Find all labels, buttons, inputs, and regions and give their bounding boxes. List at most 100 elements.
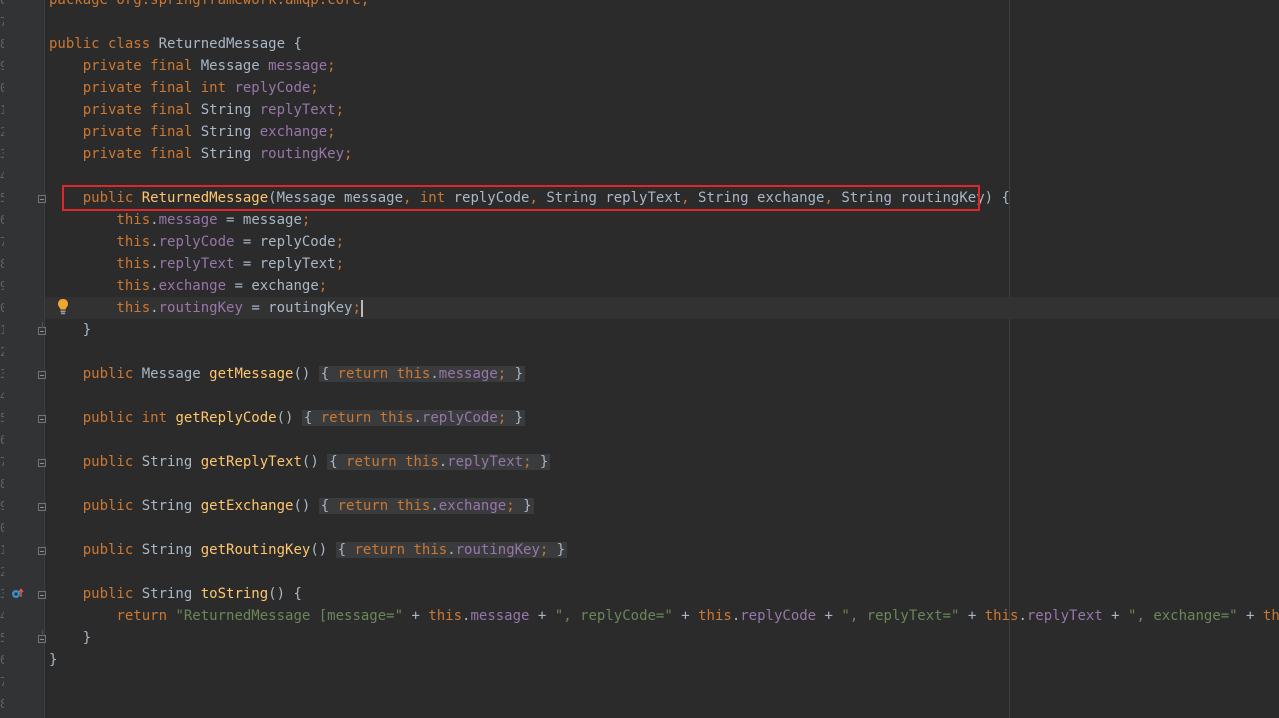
code-token: () — [301, 454, 328, 470]
code-token: . — [150, 212, 159, 228]
code-line[interactable]: } — [49, 319, 91, 341]
code-line[interactable]: this.replyText = replyText; — [49, 253, 344, 275]
code-token: . — [438, 454, 448, 470]
code-line[interactable]: package org.springframework.amqp.core; — [49, 0, 369, 11]
folded-method-body[interactable]: { return this.routingKey; } — [335, 542, 568, 558]
code-token: String — [141, 498, 201, 514]
code-token: } — [514, 410, 524, 426]
fold-toggle-icon[interactable] — [38, 547, 46, 555]
code-token: package org.springframework.amqp.core; — [49, 0, 370, 8]
code-token: = replyText — [234, 256, 336, 272]
code-line[interactable]: private final String exchange; — [49, 121, 336, 143]
code-token: () { — [268, 586, 302, 602]
line-number: 2 — [0, 345, 4, 359]
line-number: 8 — [0, 257, 4, 271]
code-token: ; — [352, 300, 361, 316]
code-token: ; — [335, 102, 345, 118]
fold-toggle-icon[interactable] — [38, 415, 46, 423]
fold-toggle-icon[interactable] — [38, 459, 46, 467]
code-token: routingKey — [259, 146, 345, 162]
code-token: message — [268, 58, 328, 74]
code-line[interactable]: return "ReturnedMessage [message=" + thi… — [49, 605, 1279, 627]
override-method-icon[interactable] — [11, 588, 25, 600]
line-number: 3 — [0, 367, 4, 381]
code-token: exchange — [259, 124, 328, 140]
code-token: return this — [337, 498, 431, 514]
fold-end-icon[interactable] — [38, 322, 46, 335]
code-line[interactable]: public String getExchange() { return thi… — [49, 495, 534, 517]
code-token: private final — [49, 58, 201, 74]
code-token: = message — [217, 212, 302, 228]
code-token: () — [293, 498, 319, 514]
code-line[interactable]: this.exchange = exchange; — [49, 275, 327, 297]
code-line[interactable]: private final String replyText; — [49, 99, 344, 121]
code-token: ; — [318, 278, 328, 294]
code-line[interactable]: this.message = message; — [49, 209, 310, 231]
line-number: 3 — [0, 147, 4, 161]
line-number: 8 — [0, 697, 4, 711]
code-token: ", replyCode=" — [554, 608, 673, 624]
code-line[interactable]: public class ReturnedMessage { — [49, 33, 302, 55]
folded-method-body[interactable]: { return this.message; } — [318, 366, 526, 382]
code-line[interactable]: public String getRoutingKey() { return t… — [49, 539, 568, 561]
line-number: 7 — [0, 675, 4, 689]
code-token: ; — [523, 454, 540, 470]
fold-end-icon[interactable] — [38, 630, 46, 643]
code-token: ; — [539, 542, 557, 558]
folded-method-body[interactable]: { return this.replyCode; } — [301, 410, 526, 426]
fold-toggle-icon[interactable] — [38, 591, 46, 599]
line-number: 9 — [0, 499, 4, 513]
code-token: } — [49, 630, 92, 646]
code-token: Message — [200, 58, 269, 74]
code-token: Message — [141, 366, 210, 382]
code-editor[interactable]: 6 7 8 9 0 1 2 3 4 5 6 7 8 9 0 1 2 3 4 5 6 7 8 9 0 1 2 3 4 5 6 7 8 packag… — [0, 0, 1279, 718]
code-line[interactable]: this.routingKey = routingKey; — [49, 297, 363, 319]
code-token: ; — [327, 124, 336, 140]
code-token: replyCode — [234, 80, 311, 96]
fold-toggle-icon[interactable] — [38, 371, 46, 379]
line-number: 8 — [0, 37, 4, 51]
code-line[interactable]: public String getReplyText() { return th… — [49, 451, 551, 473]
code-line[interactable]: this.replyCode = replyCode; — [49, 231, 344, 253]
code-token: . — [150, 256, 159, 272]
code-token: public — [49, 498, 142, 514]
code-line[interactable]: } — [49, 649, 57, 671]
code-token: + — [1102, 608, 1129, 624]
code-line[interactable]: public Message getMessage() { return thi… — [49, 363, 526, 385]
code-token: return this — [337, 366, 431, 382]
code-token: private final — [49, 102, 201, 118]
lightbulb-icon[interactable] — [57, 298, 69, 316]
code-token: String — [141, 454, 201, 470]
code-token: replyText — [447, 454, 524, 470]
code-line[interactable]: public String toString() { — [49, 583, 302, 605]
code-token: ; — [310, 80, 319, 96]
code-token: + — [403, 608, 429, 624]
line-number: 0 — [0, 521, 4, 535]
folded-method-body[interactable]: { return this.exchange; } — [318, 498, 534, 514]
code-token: replyText — [1026, 608, 1103, 624]
line-number-gutter[interactable]: 6 7 8 9 0 1 2 3 4 5 6 7 8 9 0 1 2 3 4 5 6 7 8 9 0 1 2 3 4 5 6 7 8 — [0, 0, 46, 718]
code-line[interactable]: } — [49, 627, 91, 649]
code-token: return this — [320, 410, 414, 426]
code-token: ", exchange=" — [1128, 608, 1238, 624]
fold-toggle-icon[interactable] — [38, 503, 46, 511]
code-line[interactable]: private final Message message; — [49, 55, 336, 77]
code-token: ; — [327, 58, 336, 74]
code-token: . — [447, 542, 456, 558]
code-token: return this — [346, 454, 439, 470]
line-number: 1 — [0, 543, 4, 557]
line-number: 0 — [0, 301, 4, 315]
code-token: getMessage — [209, 366, 294, 382]
code-line[interactable]: private final String routingKey; — [49, 143, 353, 165]
code-token: return this — [354, 542, 448, 558]
code-token: = routingKey — [242, 300, 353, 316]
code-token: } — [539, 454, 549, 470]
code-token: return — [49, 608, 176, 624]
code-token: } — [523, 498, 532, 514]
folded-method-body[interactable]: { return this.replyText; } — [327, 454, 551, 470]
fold-toggle-icon[interactable] — [38, 195, 46, 203]
code-token: message — [470, 608, 530, 624]
code-token: String — [141, 542, 201, 558]
code-line[interactable]: private final int replyCode; — [49, 77, 319, 99]
code-line[interactable]: public int getReplyCode() { return this.… — [49, 407, 526, 429]
